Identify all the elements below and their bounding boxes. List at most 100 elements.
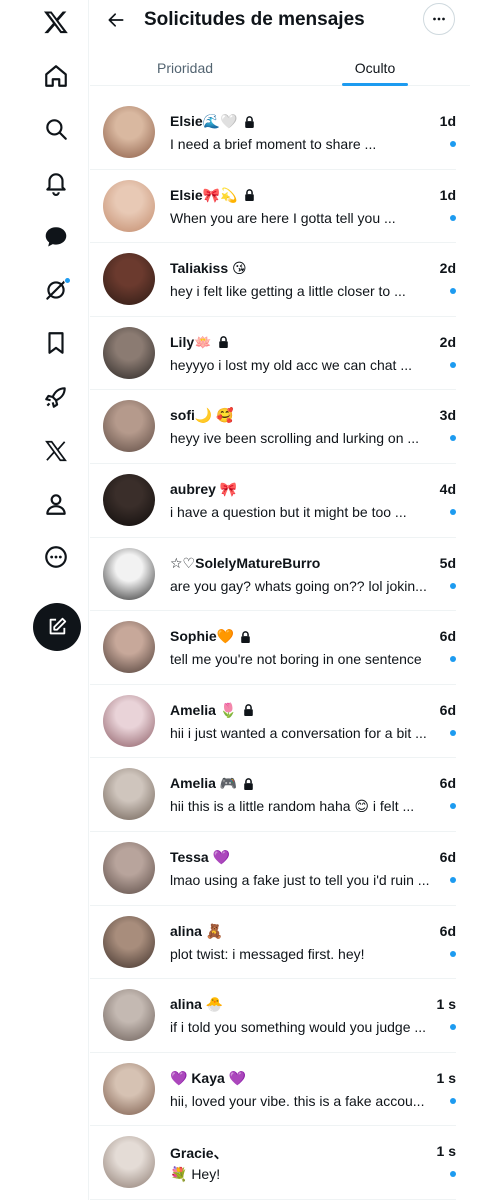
unread-indicator: [450, 950, 456, 957]
more-icon[interactable]: [40, 541, 72, 573]
lock-icon: [244, 704, 254, 717]
compose-button[interactable]: [33, 603, 81, 651]
avatar[interactable]: [103, 768, 155, 821]
sender-name-line: alina 🧸: [170, 923, 223, 940]
unread-indicator: [450, 582, 456, 589]
unread-indicator: [450, 361, 456, 368]
sender-name-line: Elsie🌊🤍: [170, 113, 255, 130]
home-icon[interactable]: [40, 60, 72, 92]
timestamp: 2d: [439, 333, 456, 350]
message-request-row[interactable]: Elsie🎀💫 When you are here I gotta tell yo…: [90, 170, 456, 244]
timestamp: 1d: [439, 186, 456, 203]
bookmarks-icon[interactable]: [40, 327, 72, 359]
sender-name-line: Gracie、: [170, 1143, 228, 1163]
message-request-row[interactable]: Gracie、 💐 Hey! 1 s: [90, 1126, 456, 1200]
sender-name: ☆♡SolelyMatureBurro: [170, 554, 321, 571]
sidebar: [0, 0, 89, 1200]
messages-icon[interactable]: [40, 221, 72, 253]
x-premium-icon[interactable]: [40, 435, 72, 467]
sender-name: Taliakiss 😘: [170, 260, 247, 277]
message-request-row[interactable]: Elsie🌊🤍 I need a brief moment to share ..…: [90, 96, 456, 170]
avatar[interactable]: [103, 989, 155, 1042]
x-logo-icon[interactable]: [40, 6, 72, 38]
message-request-row[interactable]: 💜 Kaya 💜 hii, loved your vibe. this is a …: [90, 1053, 456, 1127]
message-request-row[interactable]: Amelia 🎮 hii this is a little random haha…: [90, 758, 456, 832]
avatar[interactable]: [103, 1136, 155, 1189]
unread-indicator: [450, 656, 456, 663]
message-request-row[interactable]: alina 🧸 plot twist: i messaged first. hey…: [90, 906, 456, 980]
avatar[interactable]: [103, 547, 155, 600]
sender-name-line: Taliakiss 😘: [170, 260, 247, 277]
message-request-row[interactable]: Sophie🧡 tell me you're not boring in one …: [90, 611, 456, 685]
more-options-button[interactable]: [423, 3, 455, 35]
sender-name: alina 🧸: [170, 922, 224, 939]
message-request-row[interactable]: Amelia 🌷 hii i just wanted a conversation…: [90, 685, 456, 759]
message-preview: I need a brief moment to share ...: [170, 136, 377, 152]
sender-name-line: aubrey 🎀: [170, 481, 237, 498]
profile-icon[interactable]: [40, 488, 72, 520]
sender-name: Elsie🌊🤍: [170, 113, 238, 129]
header: Solicitudes de mensajes: [90, 0, 494, 44]
unread-indicator: [450, 1171, 456, 1178]
sender-name-line: Amelia 🌷: [170, 702, 254, 719]
avatar[interactable]: [103, 621, 155, 674]
tab-hidden[interactable]: Oculto: [280, 48, 470, 86]
back-arrow-icon: [108, 13, 124, 27]
timestamp: 1 s: [436, 1069, 456, 1086]
message-preview: if i told you something would you judge …: [170, 1019, 427, 1036]
tab-label: Prioridad: [156, 60, 214, 76]
message-preview: heyyyo i lost my old acc we can chat ...: [170, 356, 412, 373]
message-preview: hii this is a little random haha 😊 i fel…: [170, 798, 415, 815]
timestamp: 6d: [439, 775, 456, 792]
timestamp: 1 s: [436, 996, 456, 1013]
rocket-icon[interactable]: [40, 381, 72, 413]
back-button[interactable]: [104, 8, 128, 32]
timestamp: 3d: [439, 407, 456, 424]
sender-name: Gracie、: [170, 1145, 228, 1162]
message-preview: hey i felt like getting a little closer …: [170, 283, 406, 300]
notifications-icon[interactable]: [40, 167, 72, 199]
sender-name-line: alina 🐣: [170, 996, 223, 1013]
message-request-row[interactable]: ☆♡SolelyMatureBurro are you gay? whats go…: [90, 538, 456, 612]
message-request-list: Elsie🌊🤍 I need a brief moment to share ..…: [90, 96, 456, 1200]
search-icon[interactable]: [40, 113, 72, 145]
grok-icon[interactable]: [40, 274, 72, 306]
unread-indicator: [450, 1097, 456, 1104]
tab-priority[interactable]: Prioridad: [90, 48, 280, 86]
message-request-row[interactable]: Tessa 💜 lmao using a fake just to tell yo…: [90, 832, 456, 906]
lock-icon: [241, 630, 250, 643]
avatar[interactable]: [103, 841, 155, 894]
avatar[interactable]: [103, 694, 155, 747]
message-request-row[interactable]: alina 🐣 if i told you something would you…: [90, 979, 456, 1053]
message-preview: hii, loved your vibe. this is a fake acc…: [170, 1092, 425, 1109]
active-tab-indicator: [342, 83, 408, 86]
timestamp: 6d: [439, 848, 456, 865]
message-preview: When you are here I gotta tell you ...: [170, 209, 396, 226]
avatar[interactable]: [103, 400, 155, 453]
sender-name: aubrey 🎀: [170, 480, 238, 497]
avatar[interactable]: [103, 106, 155, 158]
timestamp: 6d: [439, 701, 456, 718]
sender-name-line: Elsie🎀💫: [170, 187, 255, 204]
avatar[interactable]: [103, 473, 155, 526]
avatar[interactable]: [103, 326, 155, 379]
avatar[interactable]: [103, 253, 155, 306]
page-title: Solicitudes de mensajes: [144, 9, 365, 30]
sender-name: Elsie🎀💫: [170, 186, 238, 203]
avatar[interactable]: [103, 915, 155, 968]
avatar[interactable]: [103, 1062, 155, 1115]
message-request-row[interactable]: aubrey 🎀 i have a question but it might b…: [90, 464, 456, 538]
unread-indicator: [450, 876, 456, 883]
message-request-row[interactable]: sofi🌙 🥰 heyy ive been scrolling and lurki…: [90, 390, 456, 464]
sender-name-line: 💜 Kaya 💜: [170, 1070, 246, 1087]
message-request-row[interactable]: Taliakiss 😘 hey i felt like getting a lit…: [90, 243, 456, 317]
sender-name-line: Sophie🧡: [170, 628, 251, 645]
message-request-row[interactable]: Lily🪷 heyyyo i lost my old acc we can cha…: [90, 317, 456, 391]
avatar[interactable]: [103, 179, 155, 232]
notification-dot: [64, 277, 71, 284]
sender-name: Amelia 🌷: [170, 701, 238, 718]
sender-name: Tessa 💜: [170, 848, 230, 865]
message-preview: lmao using a fake just to tell you i'd r…: [170, 871, 430, 888]
unread-indicator: [450, 508, 456, 515]
sender-name-line: Tessa 💜: [170, 849, 230, 866]
